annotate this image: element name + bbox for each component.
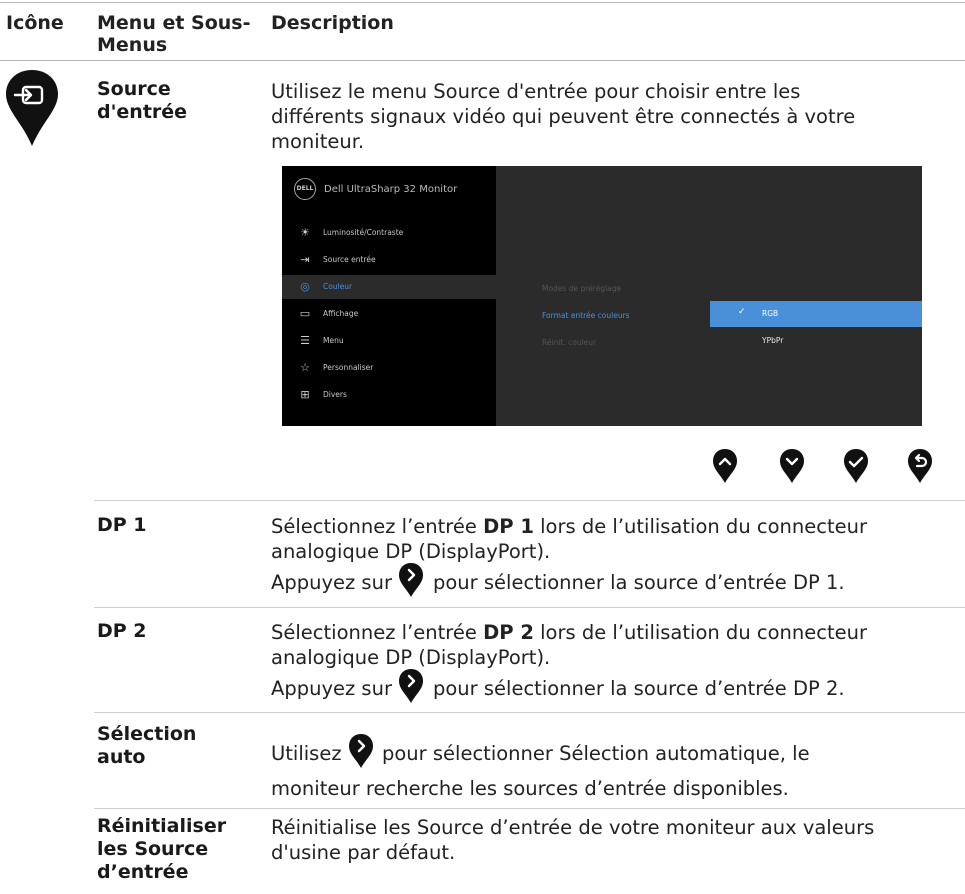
osd-item-label: Divers [323,390,347,399]
row-dp1-press-line: Appuyez sur [271,570,392,595]
row-reset-description: Réinitialise les Source d’entrée de votr… [271,815,874,865]
osd-item-label: Source entrée [323,255,376,264]
main-desc-line3: moniteur. [271,130,365,153]
right-arrow-icon [399,669,423,703]
main-item-label: Source d'entrée [97,78,187,124]
osd-item-display[interactable]: ▭ Affichage [282,302,496,326]
osd-item-label: Personnaliser [323,363,374,372]
row-dp1-line1: Sélectionnez l’entrée DP 1 lors de l’uti… [271,515,867,538]
osd-option-label: YPbPr [762,336,784,345]
osd-item-color[interactable]: ◎ Couleur [282,275,496,299]
display-icon: ▭ [299,307,311,320]
check-icon: ✓ [738,307,746,317]
row-reset-line2: d'usine par défaut. [271,841,456,864]
star-icon: ☆ [300,361,310,374]
osd-main-menu: DELL Dell UltraSharp 32 Monitor ☀ Lumino… [282,166,496,426]
main-item-description: Utilisez le menu Source d'entrée pour ch… [271,79,855,154]
row-reset-label-line1: Réinitialiser [97,815,227,837]
osd-item-label: Luminosité/Contraste [323,228,404,237]
main-item-label-line2: d'entrée [97,101,188,123]
row-auto-line1-text: pour sélectionner Sélection automatique,… [382,742,810,765]
header-menu-line2: Menus [97,34,168,56]
header-description-column: Description [271,12,394,34]
row-dp1-line2: analogique DP (DisplayPort). [271,540,551,563]
down-icon [780,449,804,483]
row-auto-label: Sélection auto [97,723,196,769]
osd-item-label: Menu [323,336,344,345]
color-palette-icon: ◎ [300,280,310,293]
row-rule [94,607,965,608]
osd-sub-reset-color[interactable]: Réinit. couleur [542,338,596,347]
row-dp2-press-line: Appuyez sur [271,676,392,701]
row-dp1-label: DP 1 [97,514,147,536]
osd-item-label: Couleur [323,282,353,291]
row-auto-label-line2: auto [97,746,146,768]
osd-option-label: RGB [762,309,779,318]
header-rule [0,60,965,61]
osd-item-label: Affichage [323,309,359,318]
row-auto-label-line1: Sélection [97,723,197,745]
press-label: Appuyez sur [271,571,392,594]
row-dp2-line2: analogique DP (DisplayPort). [271,646,551,669]
osd-option-rgb[interactable]: ✓ RGB [710,301,922,327]
right-arrow-icon [399,563,423,597]
osd-sub-input-color-format[interactable]: Format entrée couleurs [542,311,630,320]
row-dp2-press-text: pour sélectionner la source d’entrée DP … [433,677,845,700]
row-auto-line2: moniteur recherche les sources d’entrée … [271,777,789,800]
check-icon [844,449,868,483]
header-menu-line1: Menu et Sous- [97,12,251,34]
row-reset-line1: Réinitialise les Source d’entrée de votr… [271,816,875,839]
row-dp1-description: Sélectionnez l’entrée DP 1 lors de l’uti… [271,514,867,564]
row-rule [94,712,965,713]
row-dp1-press-text: pour sélectionner la source d’entrée DP … [433,571,845,594]
row-rule [94,500,965,501]
osd-item-misc[interactable]: ⊞ Divers [282,383,496,407]
osd-screenshot: DELL Dell UltraSharp 32 Monitor ☀ Lumino… [282,166,922,426]
dell-logo: DELL [294,178,316,200]
row-reset-label-line2: les Source [97,838,209,860]
input-source-icon [6,70,58,146]
osd-item-brightness[interactable]: ☀ Luminosité/Contraste [282,221,496,245]
osd-item-personalize[interactable]: ☆ Personnaliser [282,356,496,380]
misc-icon: ⊞ [300,388,310,401]
header-menu-column: Menu et Sous- Menus [97,12,251,56]
menu-icon: ☰ [300,334,310,347]
press-label: Appuyez sur [271,677,392,700]
main-item-label-line1: Source [97,78,171,100]
row-reset-label: Réinitialiser les Source d’entrée [97,815,226,884]
row-dp2-description: Sélectionnez l’entrée DP 2 lors de l’uti… [271,620,867,670]
top-rule [0,2,965,3]
up-icon [713,449,737,483]
main-desc-line1: Utilisez le menu Source d'entrée pour ch… [271,80,801,103]
osd-option-ypbpr[interactable]: YPbPr [710,328,922,354]
row-reset-label-line3: d’entrée [97,861,189,883]
osd-title: Dell UltraSharp 32 Monitor [324,184,458,195]
header-icon-column: Icône [6,12,64,34]
input-source-icon: ⇥ [300,253,310,266]
row-auto-use: Utilisez [271,742,342,765]
row-dp2-line1: Sélectionnez l’entrée DP 2 lors de l’uti… [271,621,867,644]
row-rule [94,808,965,809]
osd-sub-preset-modes[interactable]: Modes de préréglage [542,284,621,293]
back-icon [908,449,932,483]
brightness-icon: ☀ [300,226,310,239]
row-dp2-label: DP 2 [97,620,147,642]
right-arrow-icon [349,734,373,768]
main-desc-line2: différents signaux vidéo qui peuvent êtr… [271,105,856,128]
osd-item-menu[interactable]: ☰ Menu [282,329,496,353]
osd-item-input-source[interactable]: ⇥ Source entrée [282,248,496,272]
